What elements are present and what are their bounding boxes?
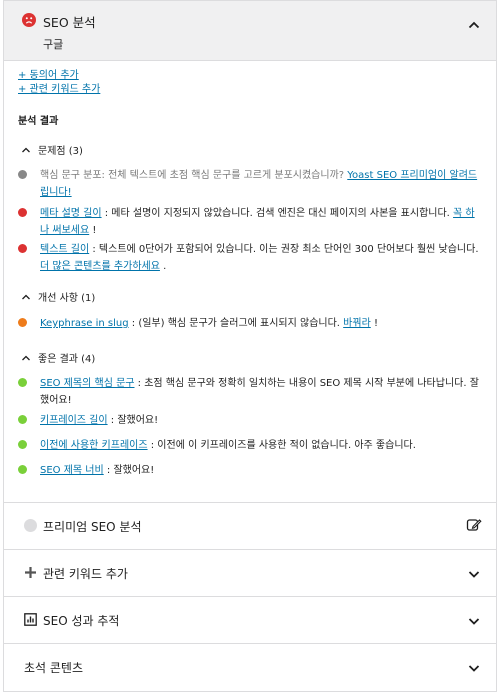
status-dot-red bbox=[18, 244, 27, 253]
meta-description-length-link[interactable]: 메타 설명 길이 bbox=[40, 208, 102, 219]
header-title: SEO 분석 bbox=[43, 15, 96, 30]
list-item: 이전에 사용한 키프레이즈 : 이전에 이 키프레이즈를 사용한 적이 없습니다… bbox=[18, 437, 483, 455]
seo-analysis-header[interactable]: SEO 분석 구글 bbox=[4, 1, 496, 61]
good-previously-used-keyphrase: 이전에 사용한 키프레이즈 : 이전에 이 키프레이즈를 사용한 적이 없습니다… bbox=[40, 440, 416, 451]
previously-used-keyphrase-link[interactable]: 이전에 사용한 키프레이즈 bbox=[40, 440, 148, 451]
sad-face-icon bbox=[22, 13, 36, 27]
add-related-keyword-link[interactable]: + 관련 키워드 추가 bbox=[18, 80, 100, 95]
list-item: Keyphrase in slug : (일부) 핵심 문구가 슬러그에 표시되… bbox=[18, 315, 483, 333]
list-item: SEO 제목의 핵심 문구 : 초점 핵심 문구와 정확히 일치하는 내용이 S… bbox=[18, 375, 483, 409]
caret-up-icon bbox=[22, 355, 30, 360]
status-dot-green bbox=[18, 378, 27, 387]
status-dot-green bbox=[18, 440, 27, 449]
problem-text-length: 텍스트 길이 : 텍스트에 0단어가 포함되어 있습니다. 이는 권장 최소 단… bbox=[40, 244, 479, 272]
chart-icon bbox=[24, 613, 37, 626]
improvement-keyphrase-in-slug: Keyphrase in slug : (일부) 핵심 문구가 슬러그에 표시되… bbox=[40, 318, 378, 329]
seo-analysis-panel: SEO 분석 구글 + 동의어 추가 + 관련 키워드 추가 분석 결과 문제점… bbox=[3, 0, 497, 692]
status-dot-red bbox=[18, 208, 27, 217]
add-more-content-link[interactable]: 더 많은 콘텐츠를 추가하세요 bbox=[40, 261, 160, 272]
improvements-group-label: 개선 사항 (1) bbox=[38, 293, 96, 304]
list-item: SEO 제목 너비 : 잘했어요! bbox=[18, 462, 483, 480]
keyphrase-length-link[interactable]: 키프레이즈 길이 bbox=[40, 415, 108, 426]
seo-title-width-link[interactable]: SEO 제목 너비 bbox=[40, 465, 104, 476]
problem-meta-description-length: 메타 설명 길이 : 메타 설명이 지정되지 않았습니다. 검색 엔진은 대신 … bbox=[40, 208, 475, 236]
chevron-up-icon[interactable] bbox=[466, 17, 482, 33]
status-dot-green bbox=[18, 415, 27, 424]
change-it-link[interactable]: 바꿔라 bbox=[343, 318, 371, 329]
improvements-group-toggle[interactable]: 개선 사항 (1) bbox=[21, 289, 95, 304]
premium-seo-analysis-row[interactable]: 프리미엄 SEO 분석 bbox=[4, 502, 496, 548]
cornerstone-content-label: 초석 콘텐츠 bbox=[24, 661, 84, 675]
problem-keyphrase-distribution: 핵심 문구 분포: 전체 텍스트에 초점 핵심 문구를 고르게 분포시켰습니까?… bbox=[40, 170, 478, 198]
header-subtitle: 구글 bbox=[43, 38, 64, 51]
problems-group-label: 문제점 (3) bbox=[38, 146, 83, 157]
list-item: 텍스트 길이 : 텍스트에 0단어가 포함되어 있습니다. 이는 권장 최소 단… bbox=[18, 241, 483, 275]
keyphrase-in-slug-link[interactable]: Keyphrase in slug bbox=[40, 318, 129, 329]
text-length-link[interactable]: 텍스트 길이 bbox=[40, 244, 89, 255]
edit-icon[interactable] bbox=[466, 517, 482, 533]
premium-seo-analysis-label: 프리미엄 SEO 분석 bbox=[43, 520, 142, 534]
chevron-down-icon[interactable] bbox=[466, 613, 482, 629]
seo-performance-tracking-label: SEO 성과 추적 bbox=[43, 614, 120, 628]
status-dot-orange bbox=[18, 318, 27, 327]
chevron-down-icon[interactable] bbox=[466, 660, 482, 676]
list-item: 키프레이즈 길이 : 잘했어요! bbox=[18, 412, 483, 430]
list-item: 핵심 문구 분포: 전체 텍스트에 초점 핵심 문구를 고르게 분포시켰습니까?… bbox=[18, 167, 483, 201]
caret-up-icon bbox=[22, 147, 30, 152]
seo-performance-tracking-row[interactable]: SEO 성과 추적 bbox=[4, 596, 496, 642]
status-dot-green bbox=[18, 465, 27, 474]
good-results-group-toggle[interactable]: 좋은 결과 (4) bbox=[21, 350, 95, 365]
status-dot-grey bbox=[18, 170, 27, 179]
cornerstone-content-row[interactable]: 초석 콘텐츠 bbox=[4, 643, 496, 689]
add-related-keyword-row[interactable]: 관련 키워드 추가 bbox=[4, 549, 496, 595]
plus-icon bbox=[25, 567, 36, 578]
grey-circle-icon bbox=[24, 519, 37, 532]
list-item: 메타 설명 길이 : 메타 설명이 지정되지 않았습니다. 검색 엔진은 대신 … bbox=[18, 205, 483, 239]
good-seo-title-width: SEO 제목 너비 : 잘했어요! bbox=[40, 465, 155, 476]
good-results-group-label: 좋은 결과 (4) bbox=[38, 354, 96, 365]
caret-up-icon bbox=[22, 294, 30, 299]
analysis-results-heading: 분석 결과 bbox=[18, 116, 59, 127]
keyphrase-in-seo-title-link[interactable]: SEO 제목의 핵심 문구 bbox=[40, 378, 134, 389]
chevron-down-icon[interactable] bbox=[466, 566, 482, 582]
add-related-keyword-label: 관련 키워드 추가 bbox=[43, 567, 128, 581]
add-synonym-link[interactable]: + 동의어 추가 bbox=[18, 66, 79, 81]
good-keyphrase-length: 키프레이즈 길이 : 잘했어요! bbox=[40, 415, 159, 426]
good-keyphrase-in-seo-title: SEO 제목의 핵심 문구 : 초점 핵심 문구와 정확히 일치하는 내용이 S… bbox=[40, 378, 479, 406]
problems-group-toggle[interactable]: 문제점 (3) bbox=[21, 142, 83, 157]
